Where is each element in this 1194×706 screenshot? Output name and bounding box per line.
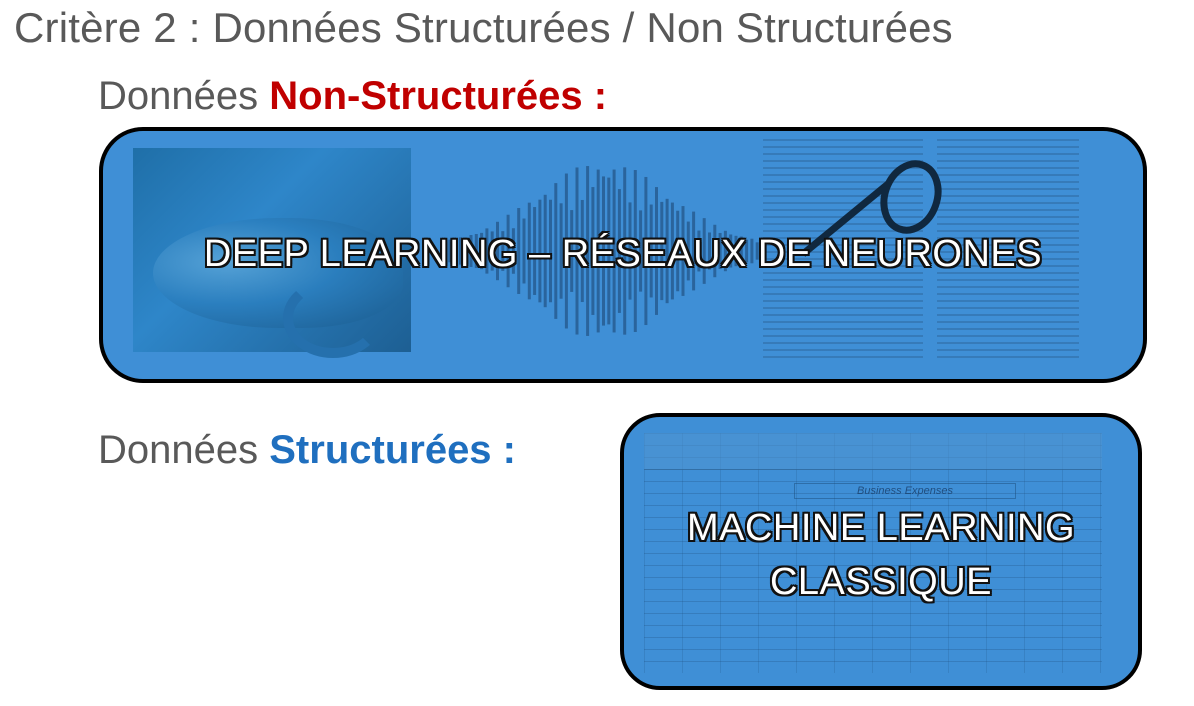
- machine-learning-label-line1: MACHINE LEARNING: [686, 507, 1076, 549]
- structured-prefix: Données: [98, 428, 259, 472]
- machine-learning-label-line2: CLASSIQUE: [769, 561, 993, 603]
- deep-learning-label: DEEP LEARNING – RÉSEAUX DE NEURONES: [203, 233, 1043, 275]
- structured-heading: Données Structurées :: [98, 428, 516, 473]
- spreadsheet-title: Business Expenses: [794, 483, 1016, 499]
- unstructured-prefix: Données: [98, 74, 259, 118]
- deep-learning-panel: DEEP LEARNING – RÉSEAUX DE NEURONES: [99, 127, 1147, 383]
- slide-title: Critère 2 : Données Structurées / Non St…: [14, 4, 953, 51]
- machine-learning-panel: Business Expenses MACHINE LEARNING CLASS…: [620, 413, 1142, 690]
- spreadsheet-ribbon: [644, 433, 1102, 470]
- unstructured-emphasis: Non-Structurées :: [269, 74, 608, 118]
- unstructured-heading: Données Non-Structurées :: [98, 74, 607, 119]
- structured-emphasis: Structurées :: [269, 428, 516, 472]
- machine-learning-label: MACHINE LEARNING CLASSIQUE: [624, 501, 1138, 609]
